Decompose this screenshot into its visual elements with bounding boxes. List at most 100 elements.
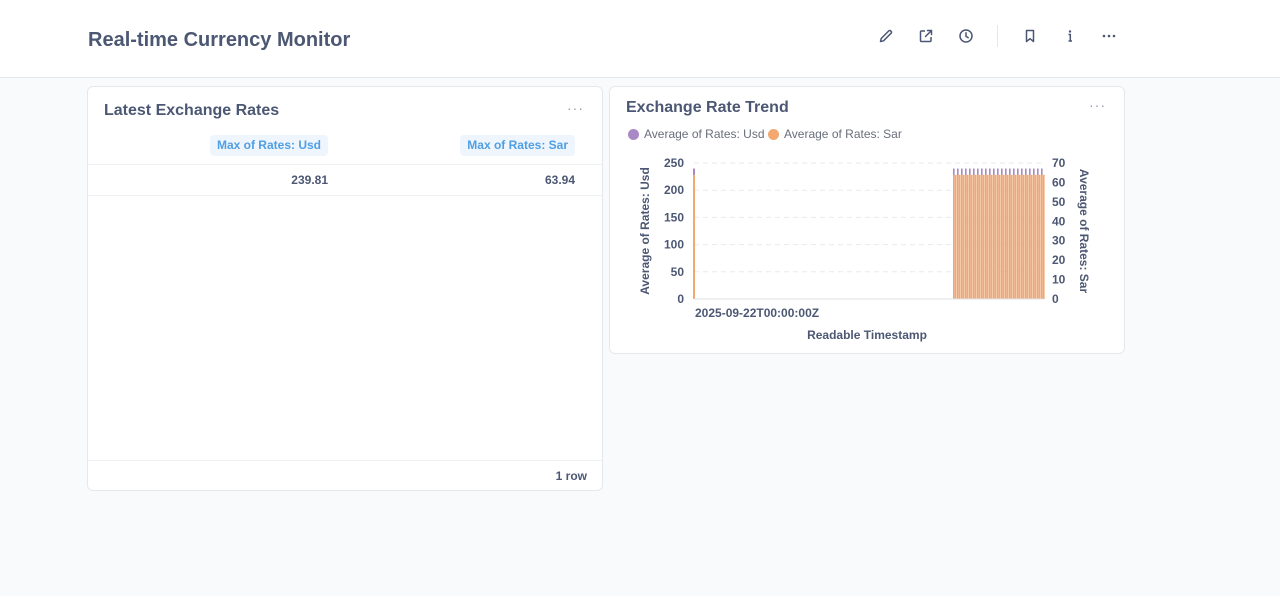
bar-sar: [1038, 174, 1041, 299]
bookmark-button[interactable]: [1019, 25, 1041, 47]
bar-sar: [989, 174, 991, 299]
y-tick-label: 100: [664, 238, 684, 252]
bar-sar: [1030, 174, 1033, 299]
bar-sar: [1010, 174, 1013, 299]
bar-sar: [1014, 174, 1017, 299]
clock-icon: [959, 29, 973, 43]
y2-tick-label: 40: [1052, 214, 1066, 228]
bar-sar: [958, 174, 961, 299]
bar-sar: [997, 174, 999, 299]
bar-sar: [954, 174, 957, 299]
card-title: Latest Exchange Rates: [104, 102, 280, 119]
bar-sar: [977, 174, 979, 299]
legend-label-usd: Average of Rates: Usd: [644, 127, 765, 141]
history-button[interactable]: [955, 25, 977, 47]
footer-divider: [88, 460, 602, 461]
bar-sar: [1001, 174, 1003, 299]
bar-sar: [961, 174, 963, 299]
card-menu-button[interactable]: ···: [567, 100, 584, 116]
bar-sar: [1021, 174, 1023, 299]
table-cell-sar: 63.94: [544, 173, 575, 187]
info-icon: [1068, 30, 1072, 42]
toolbar-divider: [997, 25, 998, 47]
more-icon: [1102, 34, 1116, 38]
bar-sar: [981, 174, 983, 299]
edit-button[interactable]: [875, 25, 897, 47]
card-menu-button[interactable]: ···: [1089, 97, 1106, 113]
legend-label-sar: Average of Rates: Sar: [784, 127, 902, 141]
x-axis-label: Readable Timestamp: [807, 328, 927, 342]
bar-sar: [986, 174, 989, 299]
bar-sar: [693, 174, 695, 299]
bar-sar: [957, 174, 959, 299]
y-tick-label: 0: [677, 292, 684, 306]
bar-sar: [1033, 174, 1035, 299]
bar-sar: [985, 174, 987, 299]
y-axis-label: Average of Rates: Usd: [638, 167, 652, 295]
y2-tick-label: 20: [1052, 253, 1066, 267]
bar-sar: [1025, 174, 1027, 299]
dashboard-header: Real-time Currency Monitor: [0, 0, 1280, 78]
y2-tick-label: 10: [1052, 273, 1066, 287]
trend-chart: 0 50 100 150 200 250 0 10 20 30 40 50 60 70 Average o…: [638, 156, 1091, 342]
bar-sar: [973, 174, 975, 299]
bar-sar: [966, 174, 969, 299]
external-share-icon: [919, 29, 933, 43]
y-tick-label: 250: [664, 156, 684, 170]
bar-sar: [974, 174, 977, 299]
card-title: Exchange Rate Trend: [626, 99, 789, 116]
y2-tick-label: 50: [1052, 195, 1066, 209]
legend-item-sar[interactable]: Average of Rates: Sar: [768, 127, 902, 141]
legend-dot-usd: [628, 128, 639, 140]
bookmark-icon: [1025, 29, 1035, 43]
bar-sar: [1022, 174, 1025, 299]
legend-item-usd[interactable]: Average of Rates: Usd: [628, 127, 765, 141]
bar-sar: [1026, 174, 1029, 299]
bar-sar: [978, 174, 981, 299]
y2-tick-label: 60: [1052, 175, 1066, 189]
bar-sar: [1041, 174, 1043, 299]
y-tick-label: 150: [664, 210, 684, 224]
bar-sar: [962, 174, 965, 299]
bar-sar: [1018, 174, 1021, 299]
row-divider: [88, 195, 602, 196]
bar-sar: [982, 174, 985, 299]
bar-sar: [1034, 174, 1037, 299]
y2-tick-label: 30: [1052, 234, 1066, 248]
table-cell-usd: 239.81: [291, 173, 328, 187]
y2-tick-label: 0: [1052, 292, 1059, 306]
bar-sar: [969, 174, 971, 299]
bar-sar: [1002, 174, 1005, 299]
y2-axis-label: Average of Rates: Sar: [1077, 169, 1091, 294]
latest-rates-card: Latest Exchange Rates ··· Max of Rates: …: [87, 86, 603, 491]
bar-sar: [1037, 174, 1039, 299]
bar-sar: [1017, 174, 1019, 299]
row-count: 1 row: [555, 469, 587, 483]
bar-sar: [990, 174, 993, 299]
more-button[interactable]: [1098, 25, 1120, 47]
y2-tick-label: 70: [1052, 156, 1066, 170]
x-tick-label: 2025-09-22T00:00:00Z: [695, 306, 819, 320]
column-header-usd[interactable]: Max of Rates: Usd: [209, 135, 328, 156]
bar-sar: [970, 174, 973, 299]
bar-sar: [1042, 174, 1045, 299]
bar-sar: [1006, 174, 1009, 299]
share-button[interactable]: [915, 25, 937, 47]
legend-dot-sar: [768, 128, 779, 140]
pencil-icon: [879, 29, 893, 43]
column-header-sar[interactable]: Max of Rates: Sar: [460, 135, 575, 156]
page-title: Real-time Currency Monitor: [88, 29, 351, 51]
bar-sar: [953, 174, 955, 299]
header-divider: [88, 164, 602, 165]
bar-sar: [1029, 174, 1031, 299]
rate-trend-card: Exchange Rate Trend ··· Average of Rates…: [609, 86, 1125, 354]
bar-sar: [965, 174, 967, 299]
bar-sar: [1009, 174, 1011, 299]
y-tick-label: 50: [671, 265, 685, 279]
bar-sar: [994, 174, 997, 299]
bar-sar: [993, 174, 995, 299]
bar-sar: [1013, 174, 1015, 299]
info-button[interactable]: [1059, 25, 1081, 47]
bar-sar: [998, 174, 1001, 299]
bar-sar: [1005, 174, 1007, 299]
